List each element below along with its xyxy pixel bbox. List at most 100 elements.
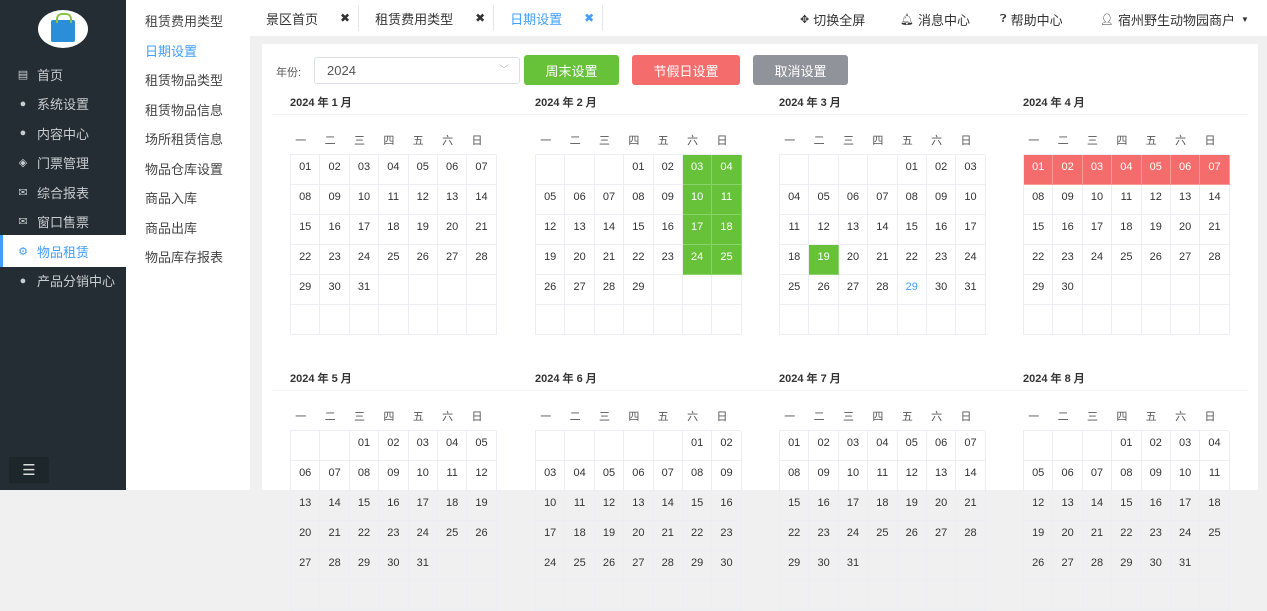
empty-day-cell[interactable] <box>379 305 409 335</box>
empty-day-cell[interactable] <box>467 305 497 335</box>
day-cell[interactable]: 01 <box>1112 431 1142 461</box>
messages-button[interactable]: 🔔︎ 消息中心 <box>900 10 970 29</box>
empty-day-cell[interactable] <box>379 275 409 305</box>
empty-day-cell[interactable] <box>291 305 321 335</box>
day-cell[interactable]: 23 <box>1141 521 1171 551</box>
day-cell[interactable]: 20 <box>437 215 468 245</box>
empty-day-cell[interactable] <box>408 275 438 305</box>
submenu-item[interactable]: 租赁费用类型 <box>145 11 223 30</box>
empty-day-cell[interactable] <box>437 305 468 335</box>
day-cell[interactable]: 17 <box>838 491 869 521</box>
sidebar-item[interactable]: ● 产品分销中心 <box>0 265 126 297</box>
empty-day-cell[interactable] <box>1082 275 1113 305</box>
day-cell[interactable]: 18 <box>379 215 409 245</box>
day-cell[interactable]: 04 <box>1112 155 1142 185</box>
empty-day-cell[interactable] <box>624 581 654 611</box>
day-cell[interactable]: 23 <box>379 521 409 551</box>
day-cell[interactable]: 11 <box>780 215 810 245</box>
day-cell[interactable]: 31 <box>1170 551 1201 581</box>
day-cell[interactable]: 20 <box>1053 521 1083 551</box>
day-cell[interactable]: 28 <box>1200 245 1230 275</box>
day-cell[interactable]: 15 <box>897 215 927 245</box>
day-cell[interactable]: 08 <box>1024 185 1054 215</box>
day-cell[interactable]: 30 <box>926 275 957 305</box>
day-cell[interactable]: 12 <box>1024 491 1054 521</box>
day-cell[interactable]: 15 <box>682 491 713 521</box>
day-cell[interactable]: 21 <box>956 491 986 521</box>
empty-day-cell[interactable] <box>1082 431 1113 461</box>
empty-day-cell[interactable] <box>868 551 898 581</box>
day-cell[interactable]: 20 <box>926 491 957 521</box>
day-cell[interactable]: 04 <box>712 155 742 185</box>
empty-day-cell[interactable] <box>1170 275 1201 305</box>
day-cell[interactable]: 17 <box>408 491 438 521</box>
day-cell[interactable]: 03 <box>1082 155 1113 185</box>
day-cell[interactable]: 02 <box>653 155 683 185</box>
day-cell[interactable]: 16 <box>1053 215 1083 245</box>
day-cell[interactable]: 19 <box>809 245 839 275</box>
day-cell[interactable]: 14 <box>594 215 625 245</box>
empty-day-cell[interactable] <box>624 431 654 461</box>
empty-day-cell[interactable] <box>408 581 438 611</box>
day-cell[interactable]: 12 <box>897 461 927 491</box>
day-cell[interactable]: 23 <box>712 521 742 551</box>
day-cell[interactable]: 21 <box>467 215 497 245</box>
empty-day-cell[interactable] <box>956 581 986 611</box>
day-cell[interactable]: 02 <box>320 155 350 185</box>
day-cell[interactable]: 25 <box>780 275 810 305</box>
day-cell[interactable]: 27 <box>565 275 595 305</box>
day-cell[interactable]: 23 <box>1053 245 1083 275</box>
day-cell[interactable]: 25 <box>1112 245 1142 275</box>
day-cell[interactable]: 16 <box>653 215 683 245</box>
day-cell[interactable]: 26 <box>1024 551 1054 581</box>
day-cell[interactable]: 30 <box>320 275 350 305</box>
day-cell[interactable]: 05 <box>1141 155 1171 185</box>
empty-day-cell[interactable] <box>653 305 683 335</box>
empty-day-cell[interactable] <box>565 305 595 335</box>
day-cell[interactable]: 24 <box>408 521 438 551</box>
tab[interactable]: 景区首页 ✖ <box>250 5 360 31</box>
day-cell[interactable]: 11 <box>379 185 409 215</box>
day-cell[interactable]: 21 <box>594 245 625 275</box>
day-cell[interactable]: 28 <box>1082 551 1113 581</box>
empty-day-cell[interactable] <box>809 305 839 335</box>
day-cell[interactable]: 13 <box>1170 185 1201 215</box>
day-cell[interactable]: 10 <box>838 461 869 491</box>
day-cell[interactable]: 23 <box>926 245 957 275</box>
day-cell[interactable]: 08 <box>780 461 810 491</box>
empty-day-cell[interactable] <box>868 581 898 611</box>
day-cell[interactable]: 09 <box>1141 461 1171 491</box>
day-cell[interactable]: 13 <box>624 491 654 521</box>
empty-day-cell[interactable] <box>1112 275 1142 305</box>
day-cell[interactable]: 22 <box>349 521 380 551</box>
year-select[interactable]: 2024 ﹀ <box>314 57 520 84</box>
day-cell[interactable]: 24 <box>349 245 380 275</box>
day-cell[interactable]: 22 <box>1024 245 1054 275</box>
day-cell[interactable]: 29 <box>682 551 713 581</box>
sidebar-item[interactable]: ⚙ 物品租赁 <box>0 235 126 267</box>
empty-day-cell[interactable] <box>868 155 898 185</box>
empty-day-cell[interactable] <box>897 551 927 581</box>
day-cell[interactable]: 19 <box>408 215 438 245</box>
day-cell[interactable]: 06 <box>1053 461 1083 491</box>
day-cell[interactable]: 31 <box>349 275 380 305</box>
day-cell[interactable]: 05 <box>467 431 497 461</box>
empty-day-cell[interactable] <box>437 275 468 305</box>
submenu-item[interactable]: 日期设置 <box>145 41 197 60</box>
day-cell[interactable]: 25 <box>437 521 468 551</box>
day-cell[interactable]: 20 <box>624 521 654 551</box>
day-cell[interactable]: 09 <box>809 461 839 491</box>
day-cell[interactable]: 01 <box>1024 155 1054 185</box>
submenu-item[interactable]: 场所租赁信息 <box>145 129 223 148</box>
collapse-menu-button[interactable]: ☰ <box>9 457 49 483</box>
day-cell[interactable]: 05 <box>594 461 625 491</box>
empty-day-cell[interactable] <box>1112 305 1142 335</box>
day-cell[interactable]: 21 <box>868 245 898 275</box>
day-cell[interactable]: 11 <box>437 461 468 491</box>
day-cell[interactable]: 28 <box>320 551 350 581</box>
day-cell[interactable]: 22 <box>897 245 927 275</box>
day-cell[interactable]: 31 <box>956 275 986 305</box>
day-cell[interactable]: 01 <box>780 431 810 461</box>
empty-day-cell[interactable] <box>1053 581 1083 611</box>
day-cell[interactable]: 08 <box>897 185 927 215</box>
